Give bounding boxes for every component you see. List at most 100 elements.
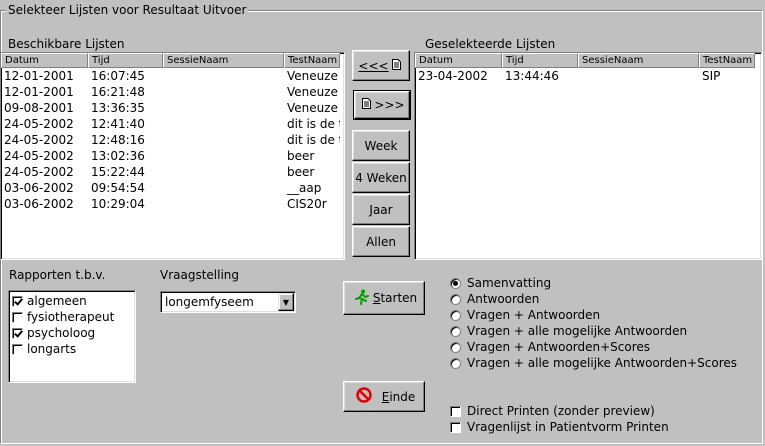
checkbox[interactable] bbox=[12, 311, 23, 323]
table-cell bbox=[163, 116, 284, 132]
reports-checklist[interactable]: algemeen fysiotherapeut psycholoog longarts bbox=[8, 290, 136, 383]
available-lists-header: Datum Tijd SessieNaam TestNaam bbox=[1, 53, 344, 68]
report-item[interactable]: psycholoog bbox=[9, 325, 135, 341]
print-option-label: Vragenlijst in Patientvorm Printen bbox=[467, 420, 669, 434]
report-item[interactable]: longarts bbox=[9, 341, 135, 357]
week-button[interactable]: Week bbox=[352, 130, 410, 161]
table-cell: 16:21:48 bbox=[91, 85, 145, 99]
question-combobox[interactable]: longemfyseem ▼ bbox=[160, 291, 296, 313]
table-row[interactable]: 03-06-2002 09:54:54 __aap bbox=[1, 180, 344, 196]
output-radio-group: Samenvatting Antwoorden Vragen + Antwoorde… bbox=[450, 275, 737, 371]
output-option[interactable]: Vragen + alle mogelijke Antwoorden bbox=[450, 323, 737, 339]
table-row[interactable]: 12-01-2001 16:07:45 Veneuze Vaat bbox=[1, 68, 344, 84]
document-icon bbox=[391, 58, 401, 73]
table-cell: 12:48:16 bbox=[91, 133, 145, 147]
column-header-testnaam[interactable]: TestNaam bbox=[284, 53, 340, 68]
table-row[interactable]: 03-06-2002 10:29:04 CIS20r bbox=[1, 196, 344, 212]
column-header-datum[interactable]: Datum bbox=[415, 53, 502, 68]
print-option-label: Direct Printen (zonder preview) bbox=[467, 404, 655, 418]
year-button[interactable]: Jaar bbox=[352, 194, 410, 225]
column-header-testnaam[interactable]: TestNaam bbox=[699, 53, 755, 68]
no-entry-icon bbox=[355, 387, 372, 406]
print-option[interactable]: Direct Printen (zonder preview) bbox=[450, 403, 669, 419]
table-row[interactable]: 24-05-2002 13:02:36 beer bbox=[1, 148, 344, 164]
column-header-sessienaam[interactable]: SessieNaam bbox=[163, 53, 284, 68]
remove-from-selection-button[interactable]: <<< bbox=[352, 50, 410, 81]
output-option-label: Antwoorden bbox=[467, 292, 540, 306]
column-header-tijd[interactable]: Tijd bbox=[502, 53, 578, 68]
table-cell: beer bbox=[287, 165, 315, 179]
radio-button[interactable] bbox=[450, 293, 461, 305]
report-item-label: psycholoog bbox=[27, 326, 96, 340]
selected-lists-header: Datum Tijd SessieNaam TestNaam bbox=[415, 53, 761, 68]
checkbox[interactable] bbox=[12, 343, 23, 355]
question-value: longemfyseem bbox=[165, 295, 254, 309]
output-option[interactable]: Vragen + Antwoorden bbox=[450, 307, 737, 323]
report-item[interactable]: algemeen bbox=[9, 293, 135, 309]
end-button[interactable]: Einde bbox=[343, 381, 425, 412]
report-item-label: algemeen bbox=[27, 294, 87, 308]
report-item-label: fysiotherapeut bbox=[27, 310, 115, 324]
chevron-down-icon: ▼ bbox=[282, 297, 290, 307]
remove-button-label: <<< bbox=[358, 58, 389, 73]
radio-button[interactable] bbox=[450, 325, 461, 337]
running-man-icon bbox=[354, 289, 370, 308]
radio-button[interactable] bbox=[450, 357, 461, 369]
table-cell: 12-01-2001 bbox=[4, 69, 74, 83]
report-item[interactable]: fysiotherapeut bbox=[9, 309, 135, 325]
start-rest: tarten bbox=[380, 291, 418, 305]
four-weeks-button[interactable]: 4 Weken bbox=[352, 162, 410, 193]
available-lists-listview[interactable]: Datum Tijd SessieNaam TestNaam 12-01-200… bbox=[0, 52, 345, 260]
checkbox[interactable] bbox=[12, 327, 23, 339]
table-row[interactable]: 24-05-2002 12:41:40 dit is de titel bbox=[1, 116, 344, 132]
table-cell: 24-05-2002 bbox=[4, 133, 74, 147]
column-header-datum[interactable]: Datum bbox=[1, 53, 88, 68]
table-row[interactable]: 24-05-2002 15:22:44 beer bbox=[1, 164, 344, 180]
checkbox[interactable] bbox=[450, 405, 461, 417]
start-button[interactable]: Starten bbox=[343, 281, 425, 315]
print-option[interactable]: Vragenlijst in Patientvorm Printen bbox=[450, 419, 669, 435]
checkbox[interactable] bbox=[12, 295, 23, 307]
radio-button[interactable] bbox=[450, 277, 461, 289]
print-options: Direct Printen (zonder preview) Vragenlij… bbox=[450, 403, 669, 435]
table-cell: 23-04-2002 bbox=[418, 69, 488, 83]
table-cell: Veneuze Vaat bbox=[287, 101, 340, 115]
table-cell: 24-05-2002 bbox=[4, 165, 74, 179]
add-to-selection-button[interactable]: >>> bbox=[353, 90, 411, 120]
radio-button[interactable] bbox=[450, 341, 461, 353]
table-row[interactable]: 24-05-2002 12:48:16 dit is de titel bbox=[1, 132, 344, 148]
table-cell: 13:36:35 bbox=[91, 101, 145, 115]
output-option[interactable]: Samenvatting bbox=[450, 275, 737, 291]
selected-lists-label: Geselekteerde Lijsten bbox=[425, 37, 556, 51]
table-row[interactable]: 12-01-2001 16:21:48 Veneuze Vaat bbox=[1, 84, 344, 100]
output-option[interactable]: Vragen + Antwoorden+Scores bbox=[450, 339, 737, 355]
table-cell: 16:07:45 bbox=[91, 69, 145, 83]
column-header-sessienaam[interactable]: SessieNaam bbox=[578, 53, 699, 68]
end-button-label: Einde bbox=[382, 390, 416, 404]
add-button-label: >>> bbox=[374, 98, 405, 112]
table-cell: 13:44:46 bbox=[505, 69, 559, 83]
output-option-label: Vragen + Antwoorden+Scores bbox=[467, 340, 651, 354]
selected-lists-listview[interactable]: Datum Tijd SessieNaam TestNaam 23-04-200… bbox=[414, 52, 762, 260]
table-cell: 12-01-2001 bbox=[4, 85, 74, 99]
combo-dropdown-button[interactable]: ▼ bbox=[278, 293, 294, 311]
checkbox[interactable] bbox=[450, 421, 461, 433]
column-header-tijd[interactable]: Tijd bbox=[88, 53, 163, 68]
available-lists-label: Beschikbare Lijsten bbox=[8, 37, 125, 51]
table-cell bbox=[163, 132, 284, 148]
output-option[interactable]: Vragen + alle mogelijke Antwoorden+Score… bbox=[450, 355, 737, 371]
table-cell: 24-05-2002 bbox=[4, 149, 74, 163]
all-button[interactable]: Allen bbox=[352, 226, 410, 257]
radio-button[interactable] bbox=[450, 309, 461, 321]
table-cell: 12:41:40 bbox=[91, 117, 145, 131]
table-cell bbox=[163, 164, 284, 180]
table-row[interactable]: 09-08-2001 13:36:35 Veneuze Vaat bbox=[1, 100, 344, 116]
table-cell bbox=[163, 148, 284, 164]
table-cell: 03-06-2002 bbox=[4, 197, 74, 211]
question-label: Vraagstelling bbox=[160, 268, 240, 282]
table-cell: SIP bbox=[702, 69, 721, 83]
table-row[interactable]: 23-04-2002 13:44:46 SIP bbox=[415, 68, 761, 84]
table-cell: dit is de titel bbox=[287, 117, 340, 131]
table-cell: 09-08-2001 bbox=[4, 101, 74, 115]
output-option[interactable]: Antwoorden bbox=[450, 291, 737, 307]
